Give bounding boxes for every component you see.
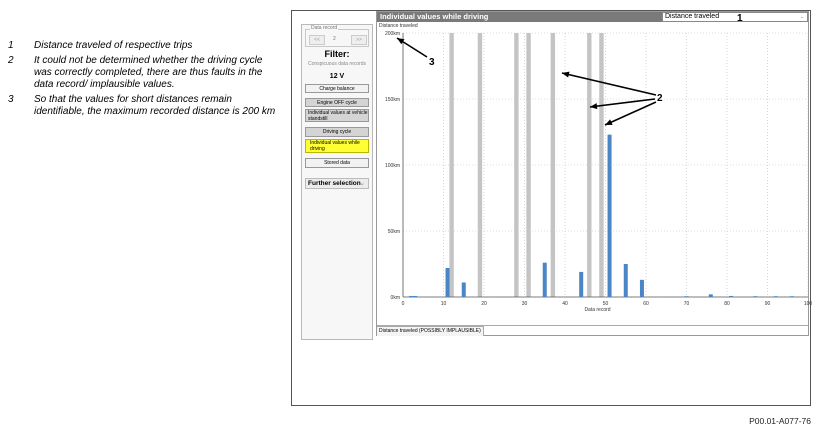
callout-2: 2 <box>657 93 663 104</box>
y-tick-label: 0km <box>391 295 400 301</box>
data-bar <box>579 271 584 297</box>
data-bar <box>789 296 794 298</box>
implausible-bar <box>526 33 531 297</box>
x-tick-label: 100 <box>804 301 813 307</box>
data-bar <box>729 295 734 297</box>
implausible-bar <box>550 33 556 297</box>
data-bar <box>623 264 628 297</box>
x-tick-label: 60 <box>643 301 649 307</box>
x-tick-label: 80 <box>724 301 730 307</box>
implausible-bar <box>587 33 592 297</box>
data-bar <box>639 279 644 297</box>
y-tick-label: 150km <box>385 97 400 103</box>
data-bar <box>445 267 450 297</box>
data-bar <box>409 295 414 297</box>
data-bar <box>684 296 689 298</box>
data-bar <box>753 296 758 298</box>
y-tick-label: 200km <box>385 31 400 37</box>
x-axis-label: Data record <box>584 307 610 313</box>
callout-3: 3 <box>429 57 435 68</box>
y-tick-label: 50km <box>388 229 400 235</box>
data-bar <box>461 282 466 297</box>
x-tick-label: 30 <box>522 301 528 307</box>
data-bar <box>708 294 713 297</box>
callout-1: 1 <box>737 13 743 24</box>
x-tick-label: 0 <box>402 301 405 307</box>
x-tick-label: 90 <box>765 301 771 307</box>
implausible-bar <box>599 33 604 297</box>
data-bar <box>542 262 547 297</box>
x-tick-label: 70 <box>684 301 690 307</box>
data-bar <box>607 134 612 297</box>
x-tick-label: 40 <box>562 301 568 307</box>
data-bar <box>773 296 778 298</box>
implausible-bar <box>449 33 454 297</box>
chart-overlay: 0km50km100km150km200km0 10 20 30 40 50 60 70 80 9… <box>385 13 812 313</box>
y-tick-label: 100km <box>385 163 400 169</box>
data-bar <box>413 295 418 297</box>
distance-chart: 0km50km100km150km200km0 10 20 30 40 50 60 70 80 9… <box>385 31 812 313</box>
figure-id: P00.01-A077-76 <box>749 416 811 426</box>
implausible-bar <box>477 33 483 297</box>
x-tick-label: 10 <box>441 301 447 307</box>
implausible-bar <box>514 33 519 297</box>
x-tick-label: 20 <box>481 301 487 307</box>
